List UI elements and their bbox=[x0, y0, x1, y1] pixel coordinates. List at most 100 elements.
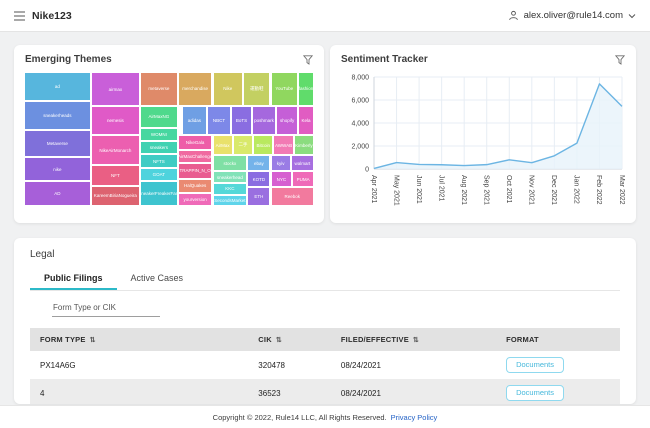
form-type-cik-input[interactable] bbox=[52, 301, 160, 317]
tab-public-filings[interactable]: Public Filings bbox=[30, 267, 117, 290]
treemap-tile-halquakes[interactable]: HalQuakes bbox=[178, 179, 213, 193]
treemap-tile-yourversion[interactable]: yourversion bbox=[178, 193, 213, 206]
treemap-tile-label: adidas bbox=[188, 118, 201, 123]
treemap-tile-ad[interactable]: AD bbox=[24, 181, 91, 206]
treemap-tile-kotd[interactable]: KOTD bbox=[247, 171, 270, 187]
treemap-tile-sneakerheads[interactable]: sneakerheads bbox=[24, 101, 91, 130]
treemap-tile-walmart[interactable]: walmart bbox=[291, 155, 314, 171]
treemap-tile-sneakerhead[interactable]: sneakerhead bbox=[213, 171, 248, 183]
table-cell: 36523 bbox=[248, 379, 331, 404]
treemap-tile-label: WOMNI bbox=[151, 132, 167, 137]
treemap-tile-label: Metaverse bbox=[47, 141, 68, 146]
treemap-tile-nbct[interactable]: NBCT bbox=[207, 106, 232, 135]
treemap-tile-label: GOAT bbox=[153, 172, 165, 177]
treemap-tile-kkc[interactable]: KKC bbox=[213, 183, 248, 194]
treemap-tile-nike[interactable]: Nike bbox=[213, 72, 243, 106]
y-axis-tick: 4,000 bbox=[351, 121, 369, 128]
treemap-tile-label: nike bbox=[53, 167, 61, 172]
treemap-tile-bots[interactable]: BoTS bbox=[231, 106, 251, 135]
treemap-tile-merchandise[interactable]: merchandise bbox=[178, 72, 213, 106]
documents-button[interactable]: Documents bbox=[506, 357, 564, 373]
treemap-tile-awwab[interactable]: AWWAB bbox=[273, 135, 293, 155]
column-header-form-type: FORM TYPE⇅ bbox=[30, 328, 248, 351]
x-axis-tick: Sep 2021 bbox=[482, 175, 489, 205]
treemap-tile-nft[interactable]: NFT bbox=[91, 165, 140, 186]
emerging-themes-panel: Emerging Themes ad sneakerheads Metaverse n… bbox=[14, 45, 324, 223]
sort-icon[interactable]: ⇅ bbox=[276, 337, 282, 344]
treemap-tile-nikeairmonarch[interactable]: NikeAirMonarch bbox=[91, 135, 140, 165]
treemap-tile-airmaxng[interactable]: AirMaxNG bbox=[140, 106, 178, 128]
treemap-tile-trappin-n-o[interactable]: TRAPPIN_N_O bbox=[178, 163, 213, 178]
filter-icon[interactable] bbox=[615, 55, 625, 65]
treemap-tile-metaverse[interactable]: metaverse bbox=[140, 72, 178, 106]
copyright-text: Copyright © 2022, Rule14 LLC, All Rights… bbox=[213, 413, 387, 422]
treemap-tile-label: TRAPPIN_N_O bbox=[179, 168, 210, 173]
treemap-tile-sneakerfreakerfam[interactable]: SneakerFreakerFam bbox=[140, 181, 178, 206]
treemap-tile-label: NYC bbox=[277, 177, 287, 182]
filter-icon[interactable] bbox=[303, 55, 313, 65]
treemap-tile-reebok[interactable]: Reebok bbox=[271, 187, 315, 206]
treemap-tile-label: sneakerheads bbox=[43, 113, 71, 118]
treemap-tile-bitcoin[interactable]: Bitcoin bbox=[253, 135, 273, 155]
treemap-tile-stockx[interactable]: stockx bbox=[213, 155, 248, 171]
brand: Nike123 bbox=[14, 10, 72, 22]
documents-button[interactable]: Documents bbox=[506, 385, 564, 401]
treemap-tile-label: AirMaxNG bbox=[148, 114, 169, 119]
treemap-tile-label: fashion bbox=[299, 86, 314, 91]
treemap-tile-label: poshmark bbox=[254, 118, 274, 123]
treemap-tile-label: AirMax bbox=[216, 143, 230, 148]
treemap-tile-kela[interactable]: Kela bbox=[298, 106, 314, 135]
treemap-tile-womni[interactable]: WOMNI bbox=[140, 128, 178, 141]
treemap-tile-airmax[interactable]: AirMax bbox=[213, 135, 233, 155]
menu-icon[interactable] bbox=[14, 11, 25, 21]
treemap-tile-label: KKC bbox=[225, 186, 234, 191]
table-cell: PX14A6G bbox=[30, 351, 248, 379]
treemap-tile-youtube[interactable]: YouTube bbox=[271, 72, 299, 106]
treemap-tile-metaverse[interactable]: Metaverse bbox=[24, 130, 91, 157]
footer: Copyright © 2022, Rule14 LLC, All Rights… bbox=[0, 405, 650, 428]
x-axis-tick: Oct 2021 bbox=[505, 175, 512, 204]
x-axis-tick: Jul 2021 bbox=[437, 175, 444, 202]
treemap-tile-puma[interactable]: PUMA bbox=[292, 171, 314, 187]
treemap-tile-poshmark[interactable]: poshmark bbox=[252, 106, 277, 135]
column-header-cik: CIK⇅ bbox=[248, 328, 331, 351]
treemap-tile-label: AirMaxChallenge bbox=[178, 154, 212, 159]
treemap-tile-kareembirianogueira[interactable]: KareemBiriaNogueira bbox=[91, 186, 140, 206]
x-axis-tick: Feb 2022 bbox=[595, 175, 602, 205]
treemap-tile-label: AWWAB bbox=[275, 143, 292, 148]
user-email: alex.oliver@rule14.com bbox=[524, 10, 623, 21]
treemap-tile-shopify[interactable]: shopify bbox=[276, 106, 298, 135]
treemap-tile-nemesis[interactable]: nemesis bbox=[91, 106, 140, 135]
treemap-tile-ebay[interactable]: ebay bbox=[247, 155, 270, 171]
treemap-tile-nfts[interactable]: NFTS bbox=[140, 154, 178, 167]
x-axis-tick: Dec 2021 bbox=[550, 175, 557, 205]
treemap-tile-label: KareemBiriaNogueira bbox=[94, 193, 137, 198]
treemap-tile-label: PUMA bbox=[297, 177, 310, 182]
sort-icon[interactable]: ⇅ bbox=[90, 337, 96, 344]
sort-icon[interactable]: ⇅ bbox=[413, 337, 419, 344]
privacy-policy-link[interactable]: Privacy Policy bbox=[391, 413, 438, 422]
user-menu[interactable]: alex.oliver@rule14.com bbox=[508, 10, 636, 21]
treemap-tile-secondsmarket[interactable]: SecondsMarket bbox=[213, 195, 248, 206]
treemap-tile-eth[interactable]: ETH bbox=[247, 187, 270, 206]
treemap-tile-airmax[interactable]: airmax bbox=[91, 72, 140, 106]
treemap-tile-ad[interactable]: ad bbox=[24, 72, 91, 101]
treemap-tile-sneakers[interactable]: sneakers bbox=[140, 141, 178, 154]
emerging-themes-title: Emerging Themes bbox=[25, 54, 112, 65]
treemap-tile--[interactable]: 運動鞋 bbox=[243, 72, 271, 106]
treemap-tile--[interactable]: 二手 bbox=[233, 135, 253, 155]
treemap-tile-fashion[interactable]: fashion bbox=[298, 72, 314, 106]
table-row: PX14A6G32047808/24/2021Documents bbox=[30, 351, 620, 379]
treemap-tile-adidas[interactable]: adidas bbox=[182, 106, 207, 135]
tab-active-cases[interactable]: Active Cases bbox=[117, 267, 198, 290]
treemap-tile-nike[interactable]: nike bbox=[24, 157, 91, 181]
treemap-tile-label: Kimberly bbox=[295, 143, 313, 148]
treemap-tile-label: walmart bbox=[295, 161, 311, 166]
treemap-tile-goat[interactable]: GOAT bbox=[140, 168, 178, 181]
y-axis-tick: 2,000 bbox=[351, 144, 369, 151]
treemap-tile-nikegala[interactable]: NikeGala bbox=[178, 135, 213, 150]
treemap-tile-kyiv[interactable]: kyiv bbox=[271, 155, 291, 171]
treemap-tile-nyc[interactable]: NYC bbox=[271, 171, 293, 187]
treemap-tile-kimberly[interactable]: Kimberly bbox=[294, 135, 314, 155]
treemap-tile-airmaxchallenge[interactable]: AirMaxChallenge bbox=[178, 150, 213, 163]
